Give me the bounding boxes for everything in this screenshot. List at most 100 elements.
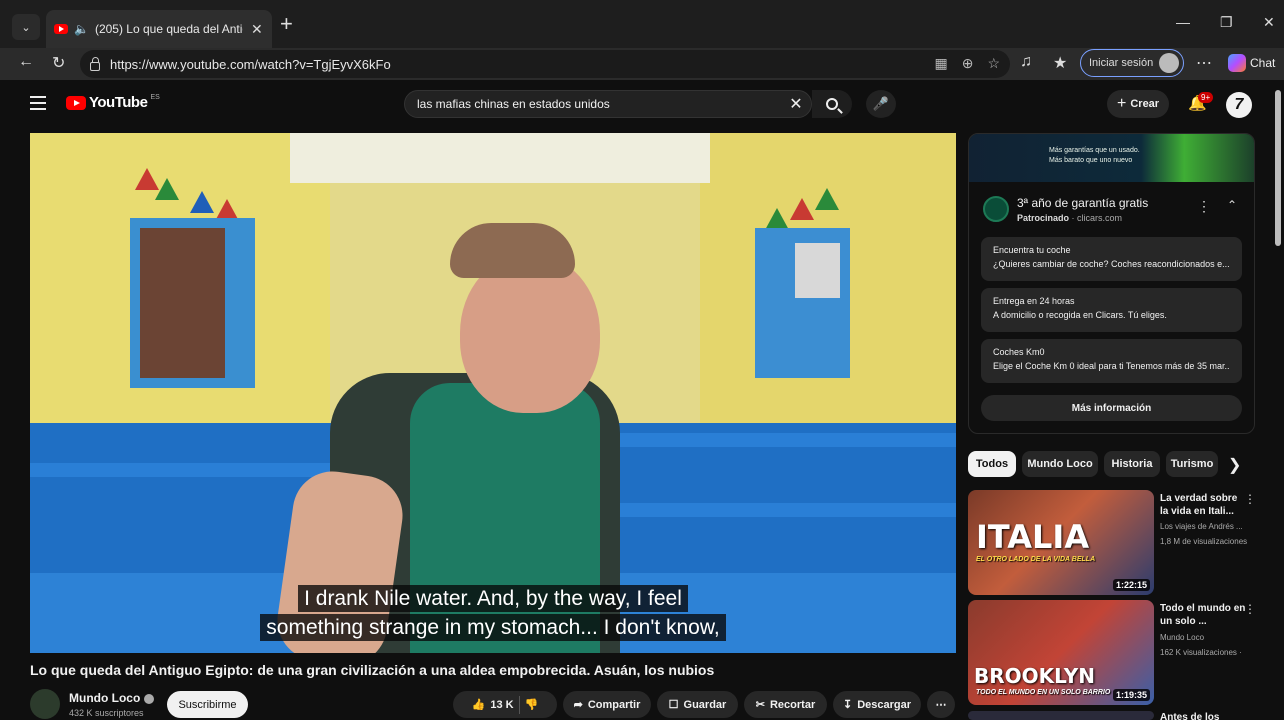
page-scrollbar[interactable] (1275, 90, 1281, 246)
favorite-star-icon[interactable]: ☆ (987, 55, 1000, 72)
video-frame-decoration (190, 191, 214, 213)
menu-icon[interactable] (30, 96, 46, 110)
verified-icon (144, 693, 155, 704)
dislike-button[interactable]: 👎 (525, 698, 539, 711)
copilot-icon (1228, 54, 1246, 72)
clip-button[interactable]: ✂ Recortar (744, 691, 827, 718)
chevron-up-icon[interactable]: ⌃ (1227, 198, 1237, 212)
search-query[interactable]: las mafias chinas en estados unidos (417, 97, 781, 111)
ad-title[interactable]: 3ª año de garantía gratis (1017, 196, 1148, 210)
caption-line-1: I drank Nile water. And, by the way, I f… (298, 585, 688, 612)
ad-sitelink[interactable]: Entrega en 24 horas A domicilio o recogi… (981, 288, 1242, 332)
browser-tab[interactable]: 🔈 (205) Lo que queda del Antiguo ✕ (46, 10, 272, 48)
favorites-icon[interactable]: ★ (1053, 53, 1067, 73)
video-frame-ceiling (290, 133, 710, 183)
related-channel[interactable]: Los viajes de Andrés ... (1160, 522, 1256, 531)
chip-mundo-loco[interactable]: Mundo Loco (1022, 451, 1098, 477)
extensions-icon[interactable]: ♫ (1020, 53, 1032, 71)
related-menu-icon[interactable]: ⋮ (1244, 602, 1256, 616)
related-video-title[interactable]: Antes de los (1160, 711, 1246, 720)
close-window-icon[interactable]: ✕ (1263, 14, 1275, 31)
channel-avatar[interactable] (30, 689, 60, 719)
subscribe-button[interactable]: Suscribirme (167, 691, 248, 718)
like-button[interactable]: 👍 13 K (472, 698, 514, 712)
voice-search-button[interactable]: 🎤 (866, 90, 896, 118)
youtube-favicon-icon (54, 24, 68, 34)
clip-label: Recortar (769, 698, 816, 711)
download-button[interactable]: ↧ Descargar (833, 691, 921, 718)
share-button[interactable]: ➦ Compartir (563, 691, 651, 718)
related-thumbnail[interactable]: BROOKLYN TODO EL MUNDO EN UN SOLO BARRIO… (968, 600, 1154, 705)
youtube-play-icon (66, 95, 86, 110)
new-tab-button[interactable]: + (280, 13, 293, 35)
download-icon: ↧ (842, 699, 853, 711)
reload-icon[interactable]: ↻ (52, 53, 65, 73)
more-horizontal-icon: ⋯ (935, 699, 947, 711)
chip-todos[interactable]: Todos (968, 451, 1016, 477)
speaker-icon[interactable]: 🔈 (74, 22, 89, 36)
clear-search-icon[interactable]: ✕ (781, 94, 811, 114)
notifications-badge: 9+ (1198, 92, 1214, 103)
channel-name-text[interactable]: Mundo Loco (69, 691, 140, 705)
caption-line-2: something strange in my stomach... I don… (260, 614, 726, 641)
more-actions-button[interactable]: ⋯ (927, 691, 955, 718)
search-input[interactable]: las mafias chinas en estados unidos ✕ (404, 90, 812, 118)
related-video-title[interactable]: Todo el mundo en un solo ... (1160, 602, 1246, 628)
video-player[interactable]: I drank Nile water. And, by the way, I f… (30, 133, 956, 653)
video-duration: 1:22:15 (1112, 579, 1150, 591)
youtube-masthead: YouTube ES las mafias chinas en estados … (0, 80, 1284, 128)
browser-nav-bar: ← ↻ https://www.youtube.com/watch?v=TgjE… (0, 48, 1284, 80)
close-tab-icon[interactable]: ✕ (251, 21, 263, 38)
related-video-title[interactable]: La verdad sobre la vida en Itali... (1160, 492, 1246, 518)
related-thumbnail[interactable] (968, 711, 1154, 720)
country-code: ES (150, 94, 160, 101)
chat-label: Chat (1250, 56, 1276, 70)
plus-icon: + (1117, 95, 1127, 112)
advertiser-logo[interactable] (983, 196, 1009, 222)
video-frame-decoration (155, 178, 179, 200)
chip-turismo[interactable]: Turismo (1166, 451, 1218, 477)
signin-button[interactable]: Iniciar sesión (1080, 49, 1185, 77)
copilot-chat-button[interactable]: Chat (1228, 54, 1275, 72)
related-menu-icon[interactable]: ⋮ (1244, 492, 1256, 506)
search-button[interactable] (812, 90, 852, 118)
address-bar[interactable]: https://www.youtube.com/watch?v=TgjEyvX6… (80, 50, 1010, 78)
more-options-icon[interactable]: ⋯ (1196, 53, 1212, 73)
chip-historia[interactable]: Historia (1104, 451, 1160, 477)
restore-icon[interactable]: ❐ (1220, 14, 1233, 31)
video-captions: I drank Nile water. And, by the way, I f… (30, 585, 956, 641)
save-label: Guardar (683, 698, 727, 711)
tab-title: (205) Lo que queda del Antiguo (94, 22, 243, 36)
back-icon[interactable]: ← (18, 53, 34, 71)
thumbnail-tagline: TODO EL MUNDO EN UN SOLO BARRIO (976, 689, 1111, 696)
ad-menu-icon[interactable]: ⋮ (1197, 198, 1211, 215)
ad-sitelink[interactable]: Encuentra tu coche ¿Quieres cambiar de c… (981, 237, 1242, 281)
related-views: 162 K visualizaciones · (1160, 648, 1242, 657)
download-label: Descargar (857, 698, 912, 711)
address-bar-icons: ▦ ⊕ ☆ (934, 55, 1000, 72)
account-avatar[interactable]: 7 (1226, 92, 1252, 118)
tab-list-button[interactable]: ⌄ (12, 14, 40, 40)
video-frame-bench (30, 463, 360, 477)
bookmark-icon: ☐ (668, 699, 679, 711)
ad-sitelink[interactable]: Coches Km0 Elige el Coche Km 0 ideal par… (981, 339, 1242, 383)
create-button[interactable]: + Crear (1107, 90, 1170, 118)
more-info-button[interactable]: Más información (981, 395, 1242, 421)
zoom-icon[interactable]: ⊕ (962, 55, 974, 72)
ad-banner[interactable]: Más garantías que un usado. Más barato q… (969, 134, 1254, 182)
lock-icon (90, 56, 100, 71)
youtube-logo[interactable]: YouTube ES (66, 94, 160, 111)
minimize-icon[interactable]: — (1176, 14, 1190, 30)
app-available-icon[interactable]: ▦ (934, 55, 947, 72)
video-frame-decoration (790, 198, 814, 220)
youtube-wordmark: YouTube (89, 94, 148, 111)
chevron-right-icon[interactable]: ❯ (1228, 455, 1241, 475)
divider (518, 695, 520, 714)
thumbnail-title: BROOKLYN (974, 664, 1095, 688)
save-button[interactable]: ☐ Guardar (657, 691, 738, 718)
related-thumbnail[interactable]: ITALIA EL OTRO LADO DE LA VIDA BELLA 1:2… (968, 490, 1154, 595)
microphone-icon: 🎤 (872, 96, 890, 111)
url-text[interactable]: https://www.youtube.com/watch?v=TgjEyvX6… (110, 57, 391, 72)
related-channel[interactable]: Mundo Loco (1160, 633, 1256, 642)
channel-name[interactable]: Mundo Loco (69, 691, 155, 705)
